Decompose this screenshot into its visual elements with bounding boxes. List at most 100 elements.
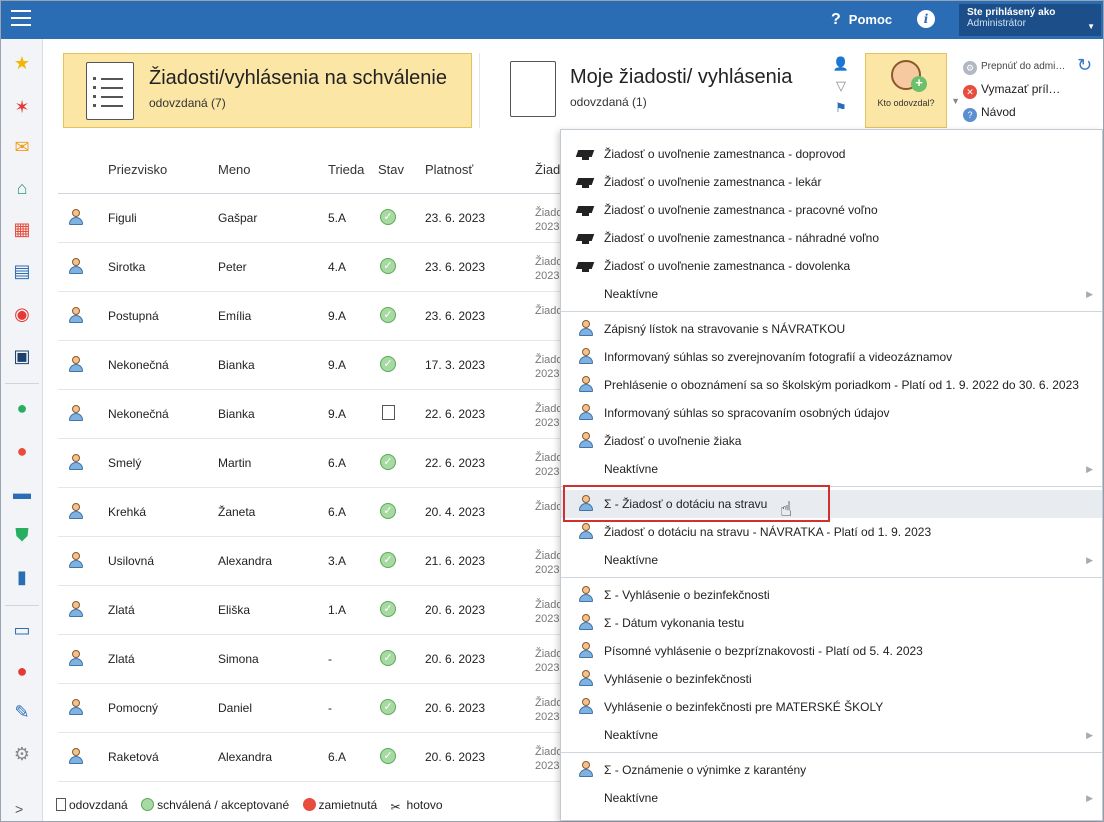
chat-icon[interactable]: ● bbox=[10, 659, 34, 683]
calendar-grid-icon[interactable]: ▦ bbox=[10, 217, 34, 241]
open-book-icon[interactable]: ▭ bbox=[10, 618, 34, 642]
cell-class: 9.A bbox=[328, 407, 347, 421]
mailbox-icon[interactable]: ⚑ bbox=[829, 97, 853, 119]
star-icon[interactable]: ★ bbox=[10, 51, 34, 75]
tile-count: odovzdaná (7) bbox=[149, 96, 226, 110]
person-icon bbox=[68, 454, 84, 472]
student-icon bbox=[578, 432, 594, 448]
form-type-menu: Žiadosť o uvoľnenie zamestnanca - doprov… bbox=[560, 129, 1103, 821]
menu-divider bbox=[561, 311, 1102, 312]
table-row[interactable]: Pomocný Daniel - ✓ 20. 6. 2023 Žiado 2023 bbox=[58, 684, 561, 733]
menu-item[interactable]: Žiadosť o dotáciu na stravu - NÁVRATKA -… bbox=[561, 518, 1102, 546]
person-icon bbox=[68, 601, 84, 619]
table-row[interactable]: Figuli Gašpar 5.A ✓ 23. 6. 2023 Žiado 2023 bbox=[58, 194, 561, 243]
table-row[interactable]: Smelý Martin 6.A ✓ 22. 6. 2023 Žiado 2023 bbox=[58, 439, 561, 488]
menu-item-inactive[interactable]: Neaktívne ▶ bbox=[561, 280, 1102, 308]
magic-wand-icon[interactable]: ✶ bbox=[10, 95, 34, 119]
table-row[interactable]: Postupná Emília 9.A ✓ 23. 6. 2023 Žiado bbox=[58, 292, 561, 341]
cell-surname: Nekonečná bbox=[108, 358, 169, 372]
cell-name: Gašpar bbox=[218, 211, 258, 225]
book-icon[interactable]: ▤ bbox=[10, 259, 34, 283]
menu-item-inactive[interactable]: Neaktívne ▶ bbox=[561, 546, 1102, 574]
menu-item[interactable]: Σ - Dátum vykonania testu bbox=[561, 609, 1102, 637]
person-icon bbox=[68, 209, 84, 227]
cell-name: Bianka bbox=[218, 407, 255, 421]
briefcase-icon[interactable]: ▬ bbox=[10, 481, 34, 505]
tile-my-requests[interactable]: Moje žiadosti/ vyhlásenia odovzdaná (1) bbox=[479, 53, 819, 128]
help-button[interactable]: ? Pomoc bbox=[831, 11, 892, 29]
menu-item-label: Žiadosť o uvoľnenie zamestnanca - náhrad… bbox=[604, 231, 880, 245]
table-row[interactable]: Zlatá Simona - ✓ 20. 6. 2023 Žiado 2023 bbox=[58, 635, 561, 684]
person-icon bbox=[68, 699, 84, 717]
sidebar-divider bbox=[5, 605, 39, 606]
menu-item[interactable]: Informovaný súhlas so zverejnovaním foto… bbox=[561, 343, 1102, 371]
switch-admin-button[interactable]: ⚙ Prepnúť do admi… bbox=[963, 55, 1073, 78]
menu-item[interactable]: Σ - Vyhlásenie o bezinfekčnosti bbox=[561, 581, 1102, 609]
legend-approved: schválená / akceptované bbox=[157, 798, 290, 812]
menu-item[interactable]: Prehlásenie o oboznámení sa so školským … bbox=[561, 371, 1102, 399]
menu-item[interactable]: Písomné vyhlásenie o bezpríznakovosti - … bbox=[561, 637, 1102, 665]
menu-item[interactable]: Informovaný súhlas so spracovaním osobný… bbox=[561, 399, 1102, 427]
cell-surname: Zlatá bbox=[108, 603, 135, 617]
menu-item[interactable]: Žiadosť o uvoľnenie zamestnanca - dovole… bbox=[561, 252, 1102, 280]
info-icon[interactable]: i bbox=[917, 10, 935, 28]
chevron-right-icon: ▶ bbox=[1086, 730, 1093, 740]
cell-surname: Postupná bbox=[108, 309, 159, 323]
table-row[interactable]: Nekonečná Bianka 9.A 22. 6. 2023 Žiado 2023 bbox=[58, 390, 561, 439]
menu-item[interactable]: Žiadosť o uvoľnenie zamestnanca - náhrad… bbox=[561, 224, 1102, 252]
student-icon bbox=[578, 320, 594, 336]
menu-item-label: Vyhlásenie o bezinfekčnosti pre MATERSKÉ… bbox=[604, 700, 884, 714]
menu-item[interactable]: Vyhlásenie o bezinfekčnosti bbox=[561, 665, 1102, 693]
user-box[interactable]: Ste prihlásený ako Administrátor ▼ bbox=[959, 4, 1101, 36]
mail-icon[interactable]: ✉ bbox=[10, 135, 34, 159]
bar-chart-icon[interactable]: ▮ bbox=[10, 565, 34, 589]
pen-icon[interactable]: ✎ bbox=[10, 700, 34, 724]
menu-item-inactive[interactable]: Neaktívne ▶ bbox=[561, 721, 1102, 749]
table-row[interactable]: Raketová Alexandra 6.A ✓ 20. 6. 2023 Žiado 202… bbox=[58, 733, 561, 782]
header-name[interactable]: Meno bbox=[218, 162, 251, 177]
menu-item-inactive[interactable]: Neaktívne ▶ bbox=[561, 784, 1102, 812]
guide-button[interactable]: ? Návod bbox=[963, 101, 1073, 124]
menu-item[interactable]: Žiadosť o uvoľnenie zamestnanca - lekár bbox=[561, 168, 1102, 196]
menu-item[interactable]: Žiadosť o uvoľnenie zamestnanca - pracov… bbox=[561, 196, 1102, 224]
cell-validity: 22. 6. 2023 bbox=[425, 407, 486, 421]
table-row[interactable]: Sirotka Peter 4.A ✓ 23. 6. 2023 Žiado 2023 bbox=[58, 243, 561, 292]
who-submitted-button[interactable]: + Kto odovzdal? ▼ bbox=[865, 53, 960, 128]
grade-icon[interactable]: ● bbox=[10, 439, 34, 463]
check-circle-icon[interactable]: ● bbox=[10, 396, 34, 420]
student-icon bbox=[578, 523, 594, 539]
table-row[interactable]: Usilovná Alexandra 3.A ✓ 21. 6. 2023 Žiado 202… bbox=[58, 537, 561, 586]
shield-icon[interactable]: ⛊ bbox=[10, 523, 34, 547]
menu-item[interactable]: Vyhlásenie o bezinfekčnosti pre MATERSKÉ… bbox=[561, 693, 1102, 721]
header-surname[interactable]: Priezvisko bbox=[108, 162, 167, 177]
menu-item[interactable]: Σ - Oznámenie o výnimke z karantény bbox=[561, 756, 1102, 784]
menu-item-inactive[interactable]: Neaktívne ▶ bbox=[561, 455, 1102, 483]
header-request[interactable]: Žiad bbox=[535, 162, 560, 177]
calendar-icon[interactable]: ▣ bbox=[10, 344, 34, 368]
user-circle-icon[interactable]: ◉ bbox=[10, 302, 34, 326]
table-row[interactable]: Krehká Žaneta 6.A ✓ 20. 4. 2023 Žiado bbox=[58, 488, 561, 537]
user-filter-icon[interactable]: 👤 bbox=[829, 53, 853, 75]
cell-validity: 21. 6. 2023 bbox=[425, 554, 486, 568]
home-icon[interactable]: ⌂ bbox=[10, 176, 34, 200]
menu-item[interactable]: Zápisný lístok na stravovanie s NÁVRATKO… bbox=[561, 315, 1102, 343]
header-validity[interactable]: Platnosť bbox=[425, 162, 473, 177]
table-row[interactable]: Zlatá Eliška 1.A ✓ 20. 6. 2023 Žiado 2023 bbox=[58, 586, 561, 635]
header-status[interactable]: Stav bbox=[378, 162, 404, 177]
tile-title: Žiadosti/vyhlásenia na schválenie bbox=[149, 67, 447, 89]
table-row[interactable]: Nekonečná Bianka 9.A ✓ 17. 3. 2023 Žiado 2023 bbox=[58, 341, 561, 390]
graduation-cap-icon bbox=[575, 231, 595, 247]
refresh-icon[interactable]: ↻ bbox=[1077, 55, 1092, 76]
chevron-right-icon: ▶ bbox=[1086, 555, 1093, 565]
menu-item[interactable]: Žiadosť o uvoľnenie zamestnanca - doprov… bbox=[561, 140, 1102, 168]
gear-icon[interactable]: ⚙ bbox=[10, 742, 34, 766]
header-class[interactable]: Trieda bbox=[328, 162, 364, 177]
tile-to-approve[interactable]: Žiadosti/vyhlásenia na schválenie odovzd… bbox=[63, 53, 472, 128]
hamburger-menu-icon[interactable] bbox=[11, 10, 31, 28]
funnel-icon[interactable]: ▽ bbox=[829, 75, 853, 97]
cell-class: 6.A bbox=[328, 750, 347, 764]
delete-attachment-button[interactable]: ✕ Vymazať príl… bbox=[963, 78, 1073, 101]
expand-sidebar-icon[interactable]: > bbox=[15, 801, 23, 817]
menu-item[interactable]: Žiadosť o uvoľnenie žiaka bbox=[561, 427, 1102, 455]
student-icon bbox=[578, 586, 594, 602]
